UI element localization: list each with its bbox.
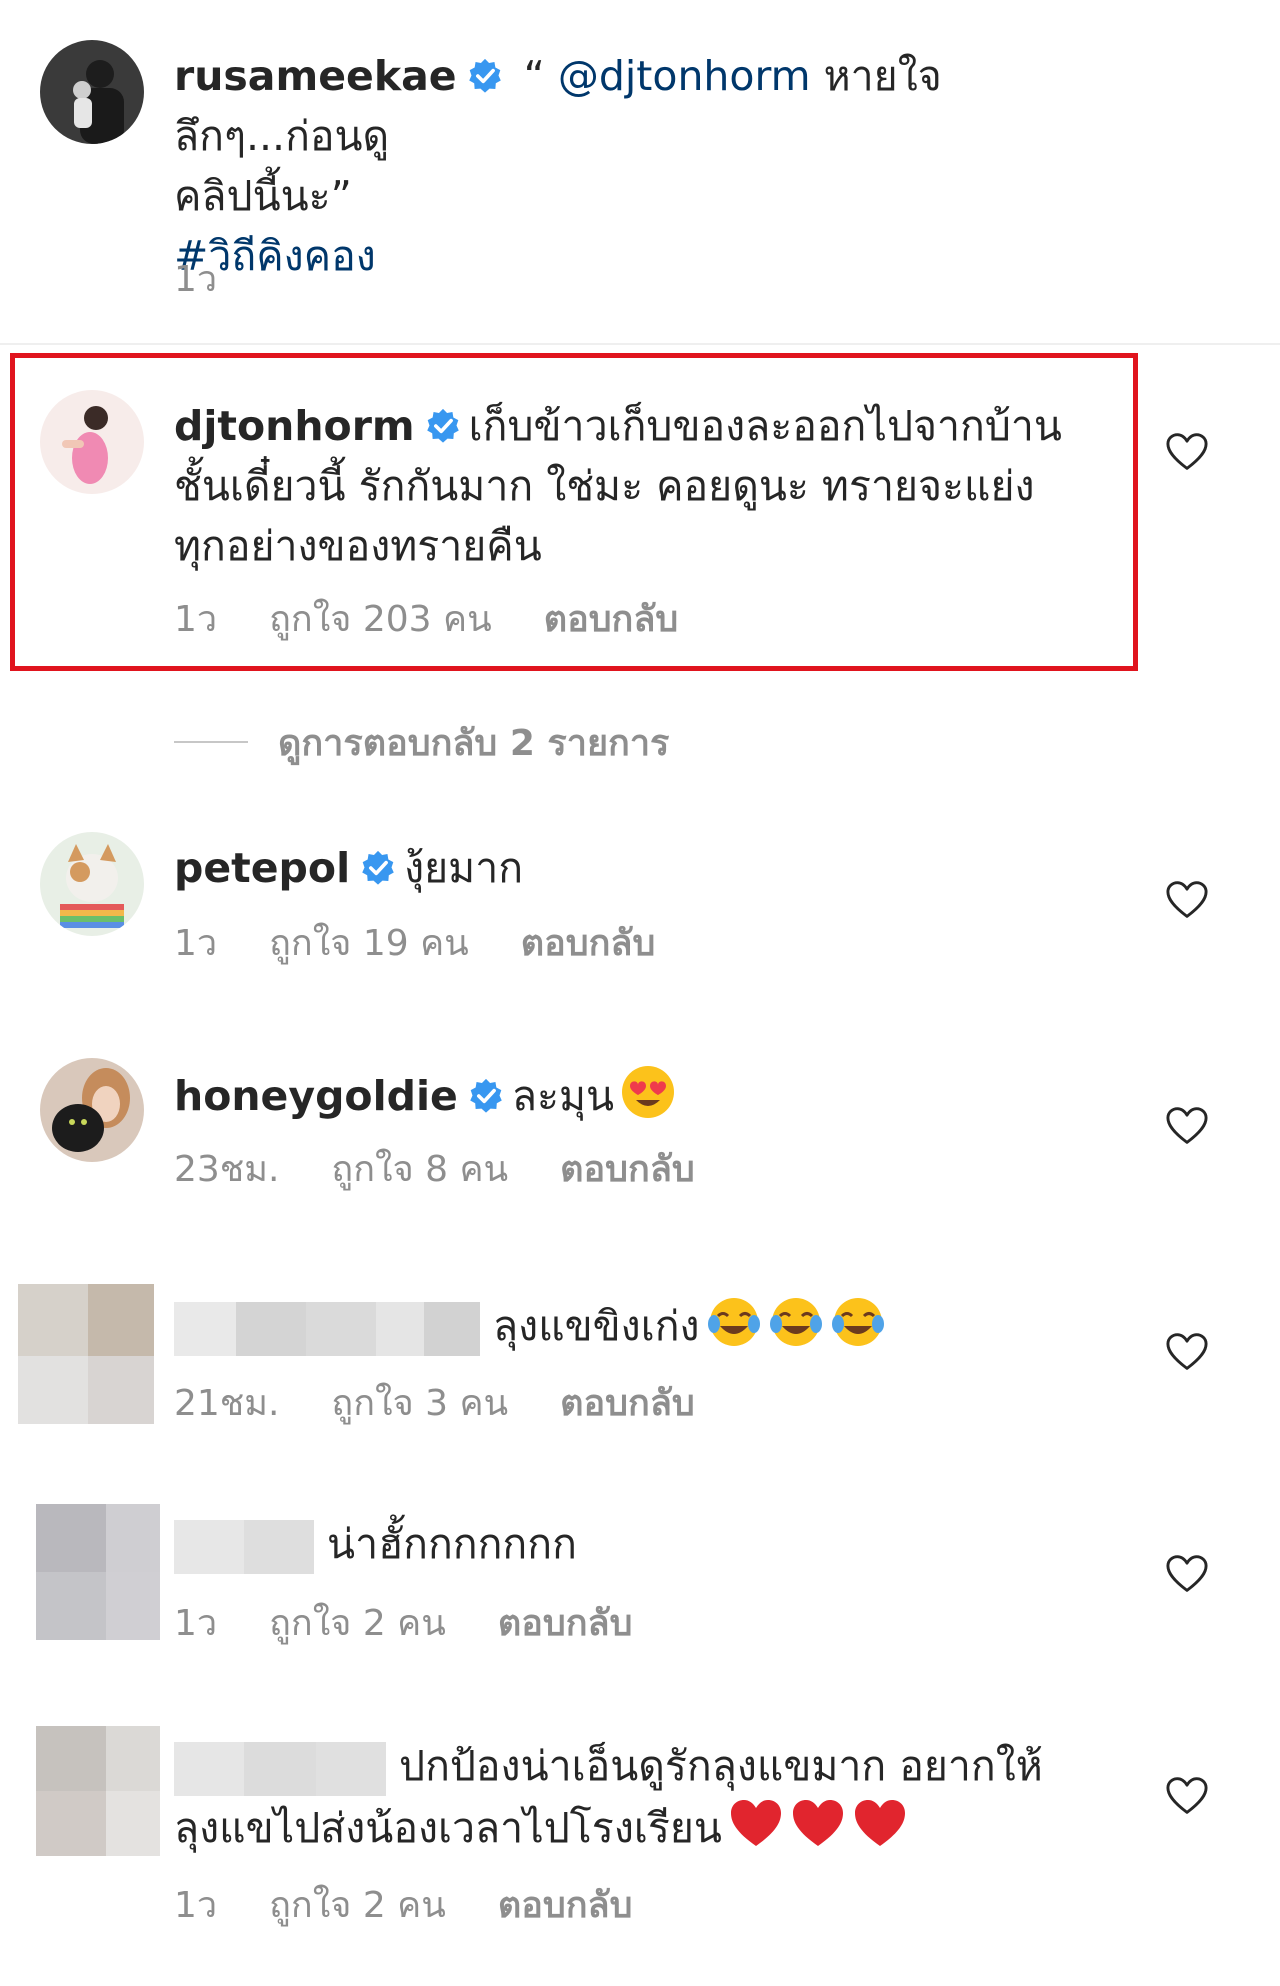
heart-outline-icon[interactable] bbox=[1165, 880, 1209, 920]
divider bbox=[0, 343, 1280, 345]
reply-button[interactable]: ตอบกลับ bbox=[498, 1603, 633, 1644]
avatar[interactable] bbox=[40, 40, 144, 144]
comment-item: ลุงแขขิงเก่ง 21ชม. ถูกใจ 3 คน ตอบกลับ bbox=[0, 1284, 1280, 1434]
timestamp: 1ว bbox=[174, 1603, 218, 1644]
heart-outline-icon[interactable] bbox=[1165, 432, 1209, 472]
likes-count[interactable]: ถูกใจ 2 คน bbox=[269, 1603, 446, 1644]
verified-badge-icon bbox=[470, 1078, 502, 1113]
heart-outline-icon[interactable] bbox=[1165, 1332, 1209, 1372]
blurred-username[interactable] bbox=[174, 1520, 314, 1574]
comment-item: ปกป้องน่าเอ็นดูรักลุงแขมาก อยากให้ ลุงแข… bbox=[0, 1726, 1280, 1926]
tears-of-joy-emoji-icon bbox=[707, 1298, 760, 1346]
likes-count[interactable]: ถูกใจ 2 คน bbox=[269, 1885, 446, 1926]
reply-button[interactable]: ตอบกลับ bbox=[560, 1149, 695, 1190]
comments-screen: rusameekae “ @djtonhorm หายใจลึกๆ...ก่อน… bbox=[0, 0, 1280, 1986]
timestamp: 1ว bbox=[174, 259, 218, 300]
comment-text: petepol งุ้ยมาก bbox=[174, 844, 524, 892]
timestamp: 23ชม. bbox=[174, 1149, 280, 1190]
timestamp: 1ว bbox=[174, 1885, 218, 1926]
divider bbox=[174, 741, 248, 743]
blurred-username[interactable] bbox=[174, 1302, 480, 1356]
caption-meta: 1ว bbox=[174, 250, 269, 307]
likes-count[interactable]: ถูกใจ 203 คน bbox=[269, 599, 492, 640]
avatar[interactable] bbox=[40, 832, 144, 936]
comment-meta: 21ชม. ถูกใจ 3 คน ตอบกลับ bbox=[174, 1374, 747, 1431]
username-link[interactable]: djtonhorm bbox=[174, 402, 415, 450]
comment-meta: 23ชม. ถูกใจ 8 คน ตอบกลับ bbox=[174, 1140, 747, 1197]
comment-item: honeygoldie ละมุน 23ชม. ถูกใจ 8 คน ตอบกลับ bbox=[0, 1058, 1280, 1198]
username-link[interactable]: honeygoldie bbox=[174, 1072, 458, 1120]
verified-badge-icon bbox=[468, 58, 501, 93]
red-heart-emoji-icon bbox=[792, 1800, 843, 1846]
comment-text: ลุงแขขิงเก่ง bbox=[174, 1294, 1094, 1356]
likes-count[interactable]: ถูกใจ 8 คน bbox=[331, 1149, 508, 1190]
heart-outline-icon[interactable] bbox=[1165, 1776, 1209, 1816]
reply-button[interactable]: ตอบกลับ bbox=[544, 599, 679, 640]
avatar[interactable] bbox=[36, 1504, 160, 1640]
timestamp: 1ว bbox=[174, 923, 218, 964]
red-heart-emoji-icon bbox=[854, 1800, 905, 1846]
reply-button[interactable]: ตอบกลับ bbox=[498, 1885, 633, 1926]
reply-button[interactable]: ตอบกลับ bbox=[521, 923, 656, 964]
avatar[interactable] bbox=[40, 1058, 144, 1162]
blurred-username[interactable] bbox=[174, 1742, 386, 1796]
avatar[interactable] bbox=[36, 1726, 160, 1856]
comment-text: ปกป้องน่าเอ็นดูรักลุงแขมาก อยากให้ ลุงแข… bbox=[174, 1742, 1043, 1852]
comment-text: djtonhorm เก็บข้าวเก็บของละออกไปจากบ้าน ช… bbox=[174, 402, 1062, 570]
comment-meta: 1ว ถูกใจ 2 คน ตอบกลับ bbox=[174, 1594, 684, 1651]
likes-count[interactable]: ถูกใจ 3 คน bbox=[331, 1383, 508, 1424]
red-heart-emoji-icon bbox=[730, 1800, 781, 1846]
comment-item: petepol งุ้ยมาก 1ว ถูกใจ 19 คน ตอบกลับ bbox=[0, 832, 1280, 972]
username-link[interactable]: rusameekae bbox=[174, 52, 457, 100]
comment-text: honeygoldie ละมุน bbox=[174, 1064, 1094, 1126]
verified-badge-icon bbox=[362, 850, 394, 885]
comment-meta: 1ว ถูกใจ 2 คน ตอบกลับ bbox=[174, 1876, 684, 1933]
heart-outline-icon[interactable] bbox=[1165, 1106, 1209, 1146]
caption-text: rusameekae “ @djtonhorm หายใจลึกๆ...ก่อน… bbox=[174, 52, 942, 280]
avatar[interactable] bbox=[18, 1284, 154, 1424]
reply-button[interactable]: ตอบกลับ bbox=[560, 1383, 695, 1424]
timestamp: 1ว bbox=[174, 599, 218, 640]
comment-meta: 1ว ถูกใจ 19 คน ตอบกลับ bbox=[174, 914, 707, 971]
tears-of-joy-emoji-icon bbox=[831, 1298, 884, 1346]
mention-link[interactable]: @djtonhorm bbox=[558, 52, 811, 100]
comment-meta: 1ว ถูกใจ 203 คน ตอบกลับ bbox=[174, 590, 730, 647]
heart-outline-icon[interactable] bbox=[1165, 1554, 1209, 1594]
comment-item: น่าฮั้กกกกกกก 1ว ถูกใจ 2 คน ตอบกลับ bbox=[0, 1504, 1280, 1644]
avatar[interactable] bbox=[40, 390, 144, 494]
verified-badge-icon bbox=[426, 408, 459, 443]
heart-eyes-emoji-icon bbox=[622, 1066, 675, 1118]
timestamp: 21ชม. bbox=[174, 1383, 280, 1424]
tears-of-joy-emoji-icon bbox=[769, 1298, 822, 1346]
view-replies-link[interactable]: ดูการตอบกลับ 2 รายการ bbox=[174, 712, 669, 772]
post-caption: rusameekae “ @djtonhorm หายใจลึกๆ...ก่อน… bbox=[0, 0, 1280, 344]
likes-count[interactable]: ถูกใจ 19 คน bbox=[269, 923, 469, 964]
comment-text: น่าฮั้กกกกกกก bbox=[174, 1514, 1094, 1574]
username-link[interactable]: petepol bbox=[174, 844, 350, 892]
comment-item: djtonhorm เก็บข้าวเก็บของละออกไปจากบ้าน ช… bbox=[0, 390, 1280, 650]
